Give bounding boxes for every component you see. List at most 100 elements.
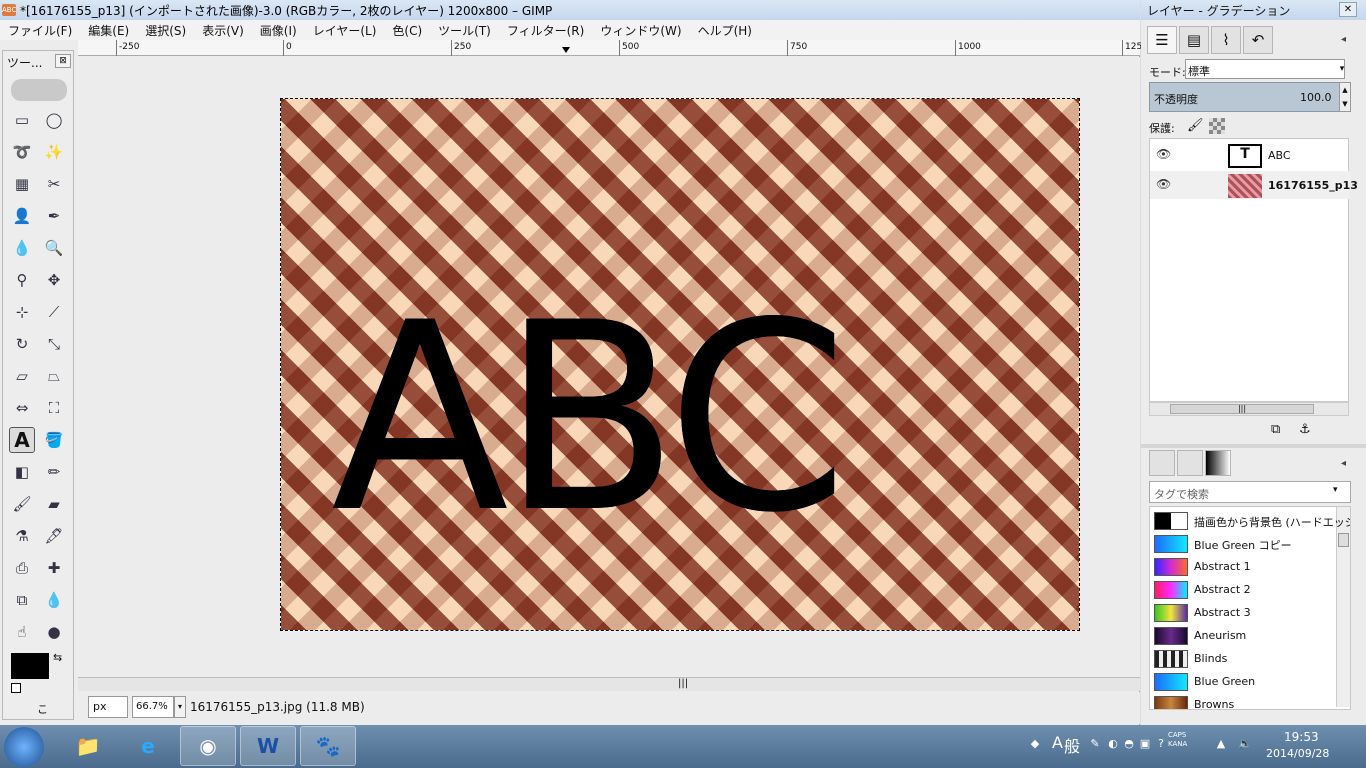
mode-dropdown-icon[interactable]: ▾ [1333,59,1351,79]
help-icon[interactable]: ? [1154,737,1168,751]
shear-icon[interactable]: ▱ [9,363,35,389]
move-icon[interactable]: ✥ [41,267,67,293]
show-hidden-icons-icon[interactable]: ▲ [1214,737,1228,751]
clone-icon[interactable]: ⎙ [9,555,35,581]
layers-panel-menu-icon[interactable]: ◂ [1341,34,1355,48]
blur-icon[interactable]: 💧 [41,587,67,613]
ime-pad-icon[interactable]: ◐ [1106,737,1120,751]
ime-conversion-mode[interactable]: 般 [1064,733,1080,757]
perspective-clone-icon[interactable]: ⧉ [9,587,35,613]
gradient-item[interactable]: Abstract 1 [1150,555,1334,578]
image-canvas[interactable]: ABC [280,98,1080,631]
menu-item[interactable]: フィルター(R) [499,22,592,39]
gradient-item[interactable]: Blue Green コピー [1150,532,1334,555]
gradient-item[interactable]: Aneurism [1150,624,1334,647]
volume-icon[interactable]: 🔈 [1238,737,1252,751]
horizontal-ruler[interactable]: -250 0 250 500 750 1000 1250 [78,40,1148,56]
zoom-input[interactable]: 66.7% [132,696,174,718]
menu-item[interactable]: ファイル(F) [0,22,80,39]
zoom-dropdown-icon[interactable]: ▾ [174,696,186,718]
scale-icon[interactable]: ⤡ [41,331,67,357]
swap-colors-icon[interactable]: ⇆ [53,651,62,664]
menu-item[interactable]: 色(C) [384,22,430,39]
opacity-slider[interactable]: 不透明度 100.0 [1149,82,1347,112]
crop-icon[interactable]: ⟋ [41,299,67,325]
measure-icon[interactable]: ⚲ [9,267,35,293]
panel-separator[interactable] [1141,444,1366,448]
gradient-vscrollbar[interactable] [1336,507,1350,707]
layer-row[interactable]: 👁 T ABC [1150,141,1350,169]
menu-item[interactable]: ヘルプ(H) [690,22,760,39]
fuzzy-select-icon[interactable]: ✨ [41,139,67,165]
ink-icon[interactable]: 🖋 [41,523,67,549]
gimp-taskbar-button[interactable]: 🐾 [300,726,356,766]
ime-dict-icon[interactable]: ▣ [1138,737,1152,751]
clock-date[interactable]: 2014/09/28 [1266,747,1329,760]
toolbox-close-icon[interactable]: ⊠ [55,54,71,68]
airbrush-icon[interactable]: ⚗ [9,523,35,549]
rotate-icon[interactable]: ↻ [9,331,35,357]
start-button[interactable] [4,727,44,767]
rect-select-icon[interactable]: ▭ [9,107,35,133]
eraser-icon[interactable]: ▰ [41,491,67,517]
tray-app-icon[interactable]: ◆ [1028,737,1042,751]
gradient-item[interactable]: Abstract 3 [1150,601,1334,624]
paintbrush-icon[interactable]: 🖌 [9,491,35,517]
gradients-panel-menu-icon[interactable]: ◂ [1341,458,1355,472]
cage-icon[interactable]: ⛶ [41,395,67,421]
explorer-taskbar-button[interactable]: 📁 [60,726,116,766]
ellipse-select-icon[interactable]: ◯ [41,107,67,133]
dock-close-icon[interactable]: ✕ [1339,2,1357,17]
color-picker-icon[interactable]: 💧 [9,235,35,261]
ie-taskbar-button[interactable]: e [120,726,176,766]
menu-item[interactable]: 選択(S) [137,22,194,39]
dodge-burn-icon[interactable]: ● [41,619,67,645]
tab-brushes[interactable] [1149,450,1175,476]
ime-input-mode[interactable]: A [1052,733,1063,752]
opacity-spin-buttons[interactable]: ▲ ▼ [1339,82,1351,112]
lock-pixels-icon[interactable]: 🖌 [1187,118,1204,133]
canvas-text-layer[interactable]: ABC [331,289,848,549]
mode-select[interactable]: 標準 [1185,59,1345,79]
gimp-app-icon[interactable]: ABC [2,4,16,16]
blend-icon[interactable]: ◧ [9,459,35,485]
chrome-taskbar-button[interactable]: ◉ [180,726,236,766]
gradient-vscroll-thumb[interactable] [1338,533,1349,547]
word-taskbar-button[interactable]: W [240,726,296,766]
tab-channels[interactable]: ▤ [1179,26,1209,54]
layer-name[interactable]: 16176155_p13 [1268,179,1358,192]
layer-visibility-eye-icon[interactable]: 👁 [1156,177,1171,191]
lasso-icon[interactable]: ➰ [9,139,35,165]
layer-name[interactable]: ABC [1268,149,1291,162]
flip-icon[interactable]: ⇔ [9,395,35,421]
tab-patterns[interactable] [1177,450,1203,476]
layer-row[interactable]: 👁 16176155_p13 [1150,171,1358,199]
menu-item[interactable]: レイヤー(L) [305,22,385,39]
tab-gradients[interactable] [1205,450,1231,476]
heal-icon[interactable]: ✚ [41,555,67,581]
horizontal-scrollbar[interactable]: ||| [78,677,1140,691]
text-layer-thumbnail[interactable]: T [1228,144,1262,168]
gradient-item[interactable]: 描画色から背景色 (ハードエッジ) [1150,509,1350,532]
menu-item[interactable]: ウィンドウ(W) [592,22,689,39]
duplicate-layer-icon[interactable]: ⧉ [1271,422,1280,437]
paths-icon[interactable]: ✒ [41,203,67,229]
unit-select[interactable]: px [88,696,128,718]
pencil-icon[interactable]: ✏ [41,459,67,485]
tag-search-input[interactable]: タグで検索 [1149,481,1351,503]
ime-tool-icon[interactable]: ◓ [1122,737,1136,751]
tab-paths[interactable]: ⌇ [1211,26,1241,54]
layers-hscroll-thumb[interactable]: ||| [1170,404,1314,414]
gradient-item[interactable]: Blinds [1150,647,1334,670]
menu-item[interactable]: 編集(E) [80,22,137,39]
zoom-icon[interactable]: 🔍 [41,235,67,261]
foreground-color-swatch[interactable] [11,653,49,679]
anchor-layer-icon[interactable]: ⚓ [1299,422,1311,437]
menu-item[interactable]: 表示(V) [194,22,252,39]
tab-layers[interactable]: ☰ [1147,26,1177,54]
lock-alpha-icon[interactable] [1209,118,1225,134]
align-icon[interactable]: ⊹ [9,299,35,325]
image-layer-thumbnail[interactable] [1228,174,1262,198]
scrollbar-grip[interactable]: ||| [678,678,688,689]
text-tool-icon[interactable]: A [9,427,35,453]
